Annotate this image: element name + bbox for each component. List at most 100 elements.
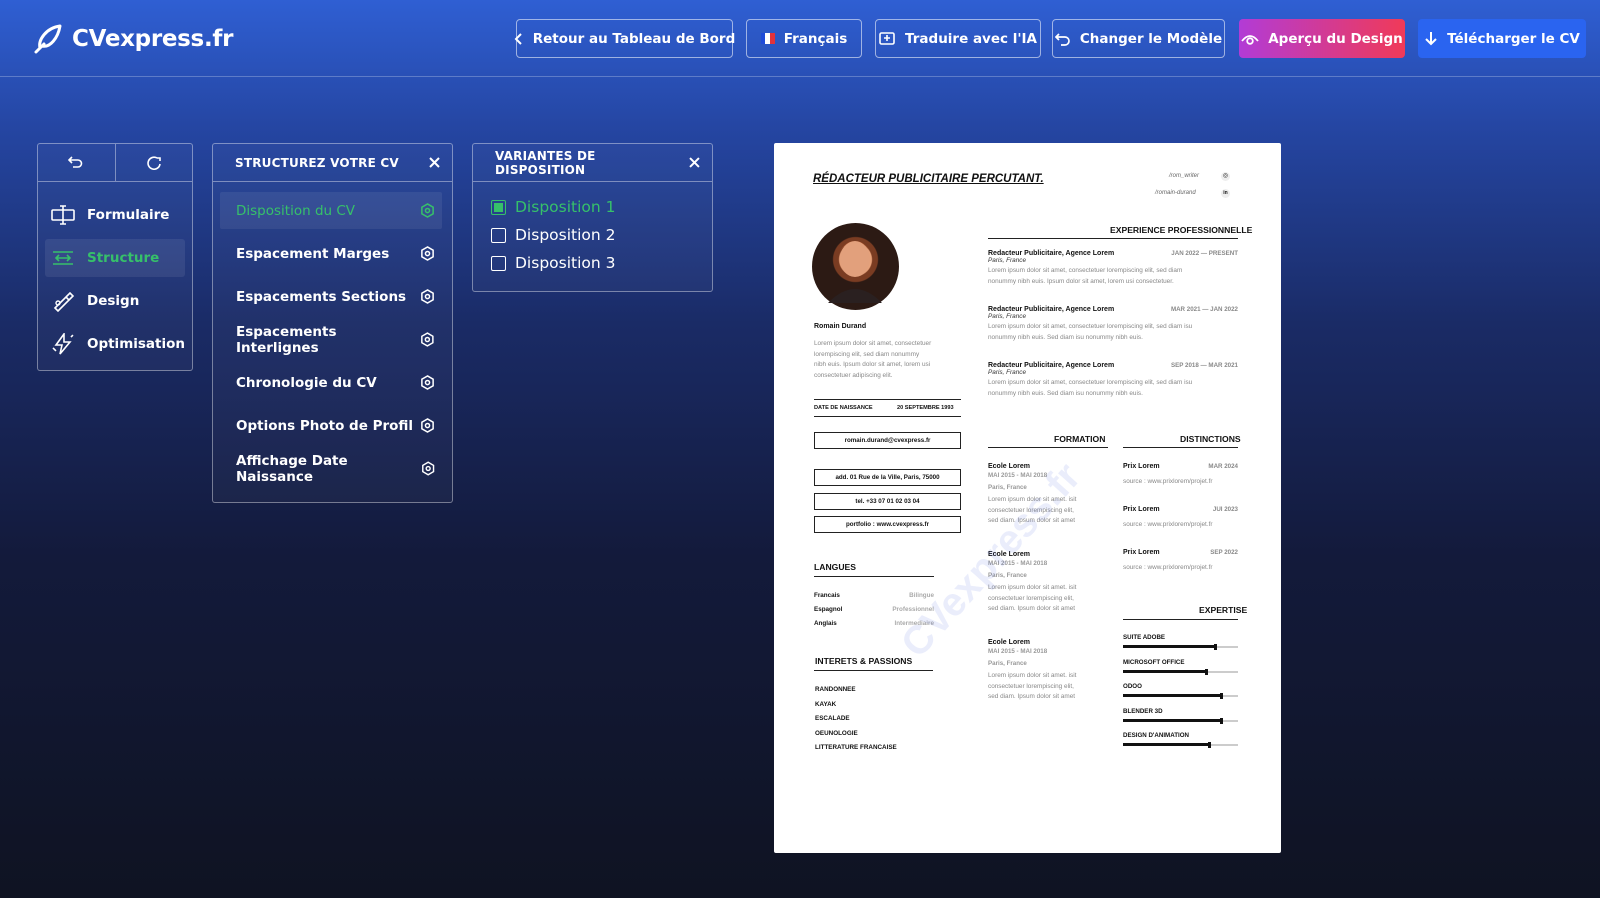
formation-city: Paris, France: [988, 660, 1027, 667]
translate-ai-button[interactable]: Traduire avec l'IA: [875, 19, 1041, 58]
expertise-skill-bar: [1123, 717, 1238, 724]
intro-line: consectetuer adipiscing elit.: [814, 371, 893, 379]
interest-item: KAYAK: [815, 700, 837, 708]
divider: [988, 238, 1238, 239]
sidebar-item-structure[interactable]: Structure: [45, 239, 185, 277]
structure-item-label: Espacements Interlignes: [236, 323, 337, 356]
formation-item: Ecole Lorem MAI 2015 - MAI 2018 Paris, F…: [988, 639, 1108, 703]
structure-item-section-spacing[interactable]: Espacements Sections: [220, 278, 442, 315]
settings-hex-icon: [421, 289, 434, 304]
distinction-date: MAR 2024: [1208, 463, 1238, 470]
formation-city: Paris, France: [988, 484, 1027, 491]
expertise-skill-label: ODOO: [1123, 683, 1142, 690]
layout-option-3[interactable]: Disposition 3: [491, 254, 616, 272]
person-silhouette-icon: [828, 241, 882, 303]
download-cv-label: Télécharger le CV: [1447, 30, 1580, 47]
distinction-source: source : www.prixlorem/projet.fr: [1123, 478, 1213, 485]
instagram-icon: ◎: [1221, 172, 1230, 181]
structure-item-chronology[interactable]: Chronologie du CV: [220, 364, 442, 401]
expertise-skill-bar: [1123, 693, 1238, 699]
sidebar-item-design[interactable]: Design: [45, 282, 185, 320]
translate-ai-label: Traduire avec l'IA: [905, 30, 1037, 47]
undo-button[interactable]: [38, 144, 116, 181]
layout-option-2[interactable]: Disposition 2: [491, 226, 616, 244]
language-row: Francais Bilingue: [814, 589, 934, 603]
structure-panel-header: STRUCTUREZ VOTRE CV: [213, 144, 452, 182]
download-cv-button[interactable]: Télécharger le CV: [1418, 19, 1586, 58]
sidebar-item-optimisation[interactable]: Optimisation: [45, 325, 185, 363]
layout-variants-panel: VARIANTES DE DISPOSITION Disposition 1 D…: [472, 143, 713, 292]
language-button[interactable]: Français: [746, 19, 862, 58]
language-level: Bilingue: [909, 592, 934, 599]
checkbox-checked[interactable]: [491, 199, 506, 215]
france-flag-icon: [760, 33, 775, 44]
formation-school: Ecole Lorem: [988, 639, 1031, 646]
settings-hex-icon: [421, 375, 434, 390]
cv-social-linkedin: /romain-durand: [1155, 190, 1196, 196]
formation-desc: Lorem ipsum dolor sit amet. isit: [988, 672, 1077, 679]
change-template-button[interactable]: Changer le Modèle: [1052, 19, 1225, 58]
experience-desc: Lorem ipsum dolor sit amet, consectetuer…: [988, 323, 1193, 330]
settings-hex-icon: [421, 203, 434, 218]
divider: [1123, 619, 1238, 620]
translate-icon: [879, 31, 895, 45]
languages-title: LANGUES: [814, 562, 857, 572]
formation-city: Paris, France: [988, 572, 1027, 579]
change-template-label: Changer le Modèle: [1079, 30, 1223, 47]
download-arrow-icon: [1425, 32, 1437, 46]
back-to-dashboard-button[interactable]: Retour au Tableau de Bord: [514, 19, 735, 58]
experience-desc: nonummy nibh euis. Ipsum dolor sit amet,…: [988, 277, 1174, 285]
structure-item-disposition[interactable]: Disposition du CV: [220, 192, 442, 229]
distinction-date: SEP 2022: [1210, 549, 1238, 556]
experience-desc: Lorem ipsum dolor sit amet, consectetuer…: [988, 379, 1193, 386]
sidebar-item-label: Formulaire: [87, 207, 170, 223]
structure-icon: [53, 251, 73, 265]
top-bar: CVexpress.fr Retour au Tableau de Bord F…: [0, 0, 1600, 77]
formation-school: Ecole Lorem: [988, 551, 1031, 558]
expertise-skill-bar: [1123, 668, 1238, 675]
interests-list: RANDONNEE KAYAK ESCALADE OEUNOLOGIE LITT…: [815, 683, 897, 756]
redo-icon: [147, 156, 161, 170]
settings-hex-icon: [421, 332, 434, 347]
interest-item: OEUNOLOGIE: [815, 729, 858, 737]
interest-item: ESCALADE: [815, 715, 850, 722]
sidebar-item-formulaire[interactable]: Formulaire: [45, 196, 185, 234]
expertise-skill-label: MICROSOFT OFFICE: [1123, 658, 1185, 666]
sidebar-item-label: Optimisation: [86, 336, 185, 352]
distinction-source: source : www.prixlorem/projet.fr: [1123, 564, 1213, 571]
sidebar-item-label: Structure: [87, 250, 160, 266]
close-icon[interactable]: [429, 157, 440, 168]
interests-title: INTERETS & PASSIONS: [815, 656, 913, 666]
structure-item-line-spacing[interactable]: Espacements Interlignes: [220, 321, 442, 358]
eye-icon: [1241, 34, 1259, 45]
birth-label: DATE DE NAISSANCE: [814, 405, 873, 411]
checkbox-unchecked[interactable]: [491, 255, 506, 271]
checkbox-unchecked[interactable]: [491, 227, 506, 243]
formation-dates: MAI 2015 - MAI 2018: [988, 560, 1048, 567]
structure-item-margins[interactable]: Espacement Marges: [220, 235, 442, 272]
language-row: Espagnol Professionnel: [814, 603, 934, 617]
formation-desc: consectetuer lorempiscing elit,: [988, 682, 1074, 690]
cv-preview[interactable]: RÉDACTEUR PUBLICITAIRE PERCUTANT. /rom_w…: [774, 143, 1281, 853]
layout-option-1[interactable]: Disposition 1: [491, 198, 616, 216]
structure-item-photo-options[interactable]: Options Photo de Profil: [220, 407, 442, 444]
redo-button[interactable]: [116, 144, 193, 181]
design-preview-button[interactable]: Aperçu du Design: [1239, 19, 1405, 58]
profile-photo: [812, 223, 899, 310]
undo-arrow-icon: [1054, 32, 1070, 46]
formation-desc: sed diam. Ipsum dolor sit amet: [988, 693, 1076, 700]
structure-item-birthdate[interactable]: Affichage Date Naissance: [220, 450, 442, 487]
formation-dates: MAI 2015 - MAI 2018: [988, 472, 1048, 479]
divider: [814, 670, 933, 671]
layout-panel-title: VARIANTES DE DISPOSITION: [495, 148, 596, 177]
close-icon[interactable]: [689, 157, 700, 168]
undo-icon: [68, 155, 83, 168]
formation-dates: MAI 2015 - MAI 2018: [988, 648, 1048, 655]
skill-bar-fill: [1123, 743, 1210, 746]
distinction-source: source : www.prixlorem/projet.fr: [1123, 521, 1213, 528]
layout-option-label: Disposition 1: [515, 198, 616, 216]
sidebar-item-label: Design: [87, 293, 140, 309]
brand-logo[interactable]: CVexpress.fr: [30, 22, 233, 56]
intro-line: nibh euis. Ipsum dolor sit amet, lorem u…: [814, 361, 931, 368]
cv-address: add. 01 Rue de la Ville, Paris, 75000: [814, 469, 961, 486]
